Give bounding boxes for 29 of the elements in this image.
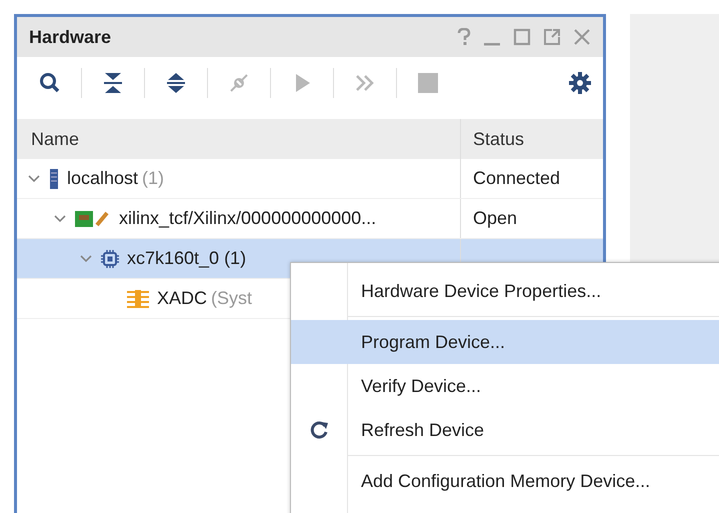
settings-icon[interactable] xyxy=(568,72,591,94)
window-title: Hardware xyxy=(29,26,112,48)
menu-item[interactable]: Verify Device... xyxy=(291,364,719,408)
collapse-all-icon[interactable] xyxy=(102,72,124,94)
help-icon[interactable] xyxy=(456,28,471,46)
close-icon[interactable] xyxy=(572,28,591,46)
node-count: (Syst xyxy=(211,288,252,309)
column-header[interactable]: Name xyxy=(17,119,460,159)
node-count: (1) xyxy=(142,168,164,189)
menu-item[interactable]: Add Configuration Memory Device... xyxy=(291,459,719,503)
board-icon xyxy=(75,210,111,228)
refresh-icon xyxy=(309,420,329,440)
maximize-icon[interactable] xyxy=(512,28,531,46)
chip-icon xyxy=(101,250,119,268)
node-name: xilinx_tcf/Xilinx/000000000000... xyxy=(119,208,376,229)
xadc-icon xyxy=(127,288,149,308)
node-name: localhost xyxy=(67,168,138,189)
node-name: XADC xyxy=(157,288,208,309)
float-window-icon[interactable] xyxy=(542,28,561,46)
search-icon[interactable] xyxy=(39,72,61,94)
menu-item[interactable]: Program Device... xyxy=(291,320,719,364)
status-text: Open xyxy=(473,208,518,229)
server-icon xyxy=(49,168,59,190)
node-name: xc7k160t_0 (1) xyxy=(127,248,246,269)
column-header[interactable]: Status xyxy=(460,119,603,159)
menu-item[interactable]: Refresh Device xyxy=(291,408,719,452)
status-text: Connected xyxy=(473,168,560,189)
expand-all-icon[interactable] xyxy=(165,72,187,94)
tree-row[interactable]: localhost (1) Connected xyxy=(17,159,603,199)
